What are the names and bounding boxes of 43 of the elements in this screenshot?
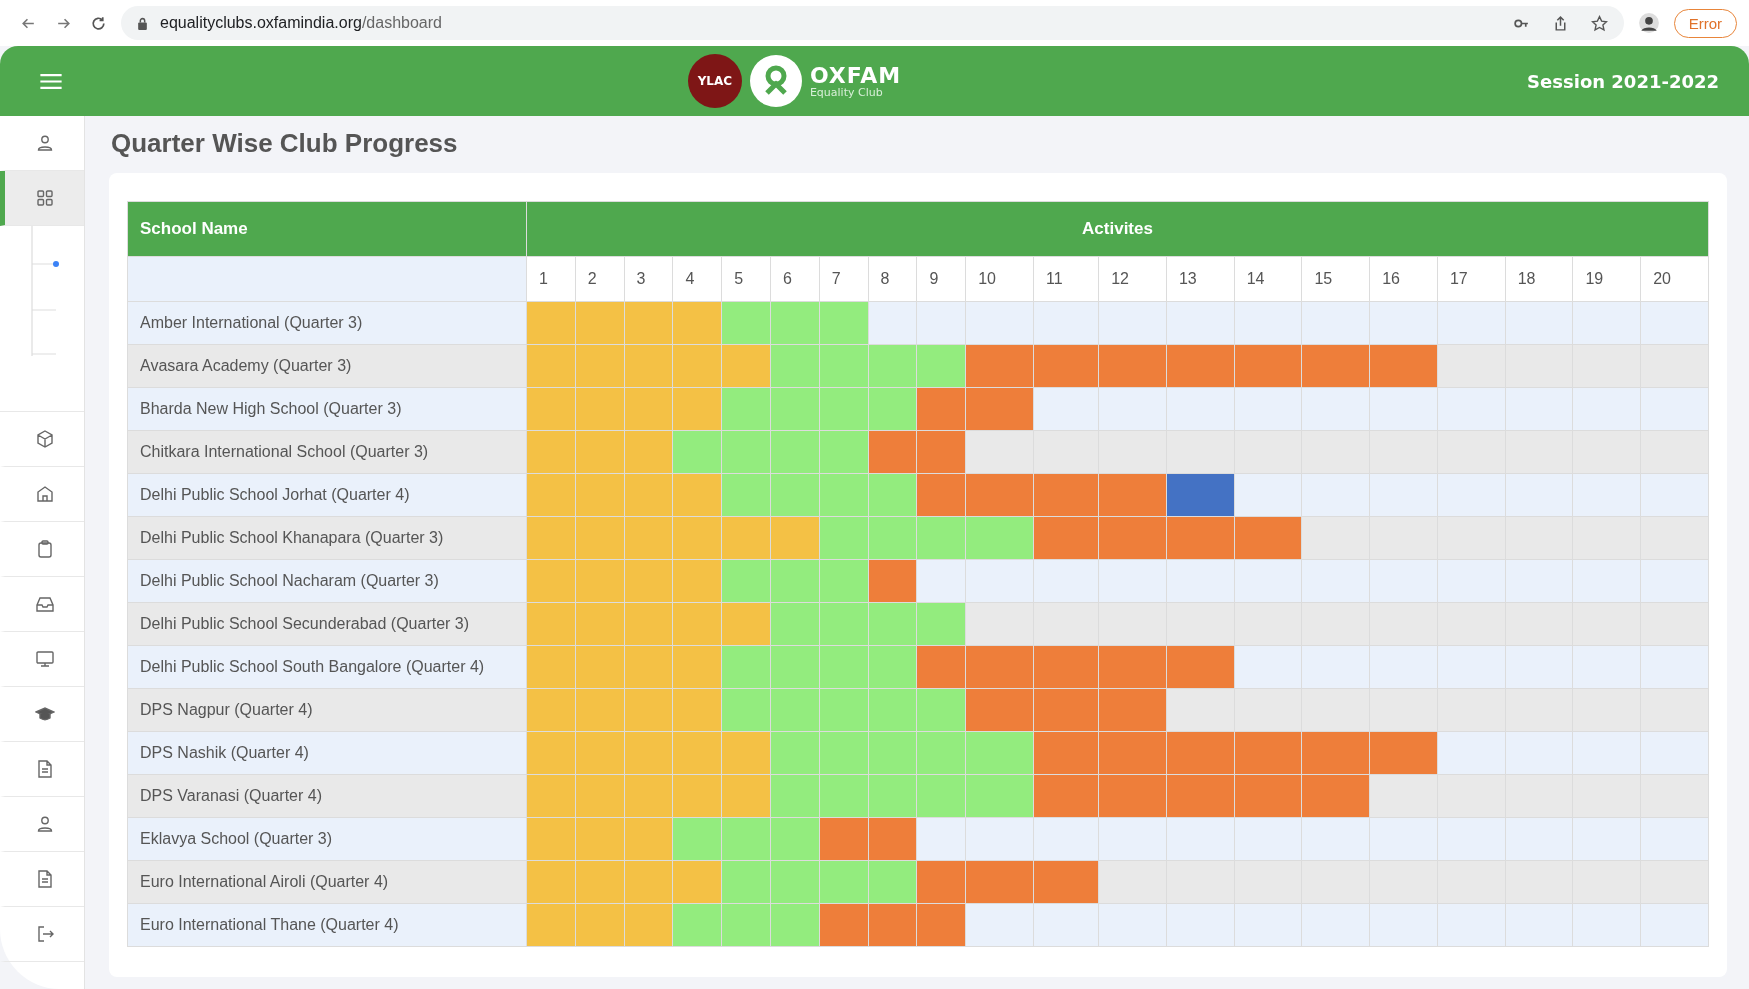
column-number: 2: [575, 256, 625, 302]
column-number: 8: [868, 256, 917, 302]
school-name-cell: Delhi Public School Nacharam (Quarter 3): [127, 559, 527, 603]
column-number: 15: [1301, 256, 1370, 302]
column-number: 1: [526, 256, 576, 302]
column-number: 9: [916, 256, 966, 302]
column-number: 14: [1234, 256, 1302, 302]
column-header: School Name: [127, 201, 527, 257]
column-number: 19: [1572, 256, 1641, 302]
school-name-cell: Bharda New High School (Quarter 3): [127, 387, 527, 431]
column-header: Activites: [526, 201, 1709, 257]
column-number: 11: [1033, 256, 1099, 302]
school-name-cell: Euro International Airoli (Quarter 4): [127, 860, 527, 904]
school-name-cell: Delhi Public School South Bangalore (Quarter 4): [127, 645, 527, 689]
column-number: 6: [770, 256, 820, 302]
address-bar[interactable]: equalityclubs.oxfamindia.org/dashboard: [121, 6, 1624, 40]
brand-name: OXFAM: [809, 64, 902, 87]
school-name-cell: DPS Nashik (Quarter 4): [127, 731, 527, 775]
school-name-cell: Delhi Public School Khanapara (Quarter 3): [127, 516, 527, 560]
column-number: 20: [1640, 256, 1709, 302]
school-name-cell: DPS Nagpur (Quarter 4): [127, 688, 527, 732]
school-name-cell: Euro International Thane (Quarter 4): [127, 903, 527, 947]
page-title: Quarter Wise Club Progress: [111, 128, 459, 159]
ylac-logo: YLAC: [687, 54, 742, 108]
school-name-cell: Avasara Academy (Quarter 3): [127, 344, 527, 388]
column-number: 13: [1166, 256, 1235, 302]
column-number: 4: [672, 256, 722, 302]
column-number: 7: [819, 256, 869, 302]
column-number: 16: [1369, 256, 1438, 302]
column-number: 3: [624, 256, 673, 302]
column-number: 10: [965, 256, 1034, 302]
brand-subtitle: Equality Club: [809, 86, 884, 98]
school-name-cell: Delhi Public School Jorhat (Quarter 4): [127, 473, 527, 517]
column-number: 17: [1437, 256, 1506, 302]
session-label: Session 2021-2022: [1527, 70, 1719, 92]
school-name-cell: DPS Varanasi (Quarter 4): [127, 774, 527, 818]
school-name-cell: Chitkara International School (Quarter 3): [127, 430, 527, 474]
column-number: 18: [1505, 256, 1573, 302]
school-name-cell: Eklavya School (Quarter 3): [127, 817, 527, 861]
column-number: 5: [721, 256, 771, 302]
school-name-cell: Amber International (Quarter 3): [127, 301, 527, 345]
column-number: 12: [1098, 256, 1167, 302]
school-name-cell: Delhi Public School Secunderabad (Quarter 3): [127, 602, 527, 646]
